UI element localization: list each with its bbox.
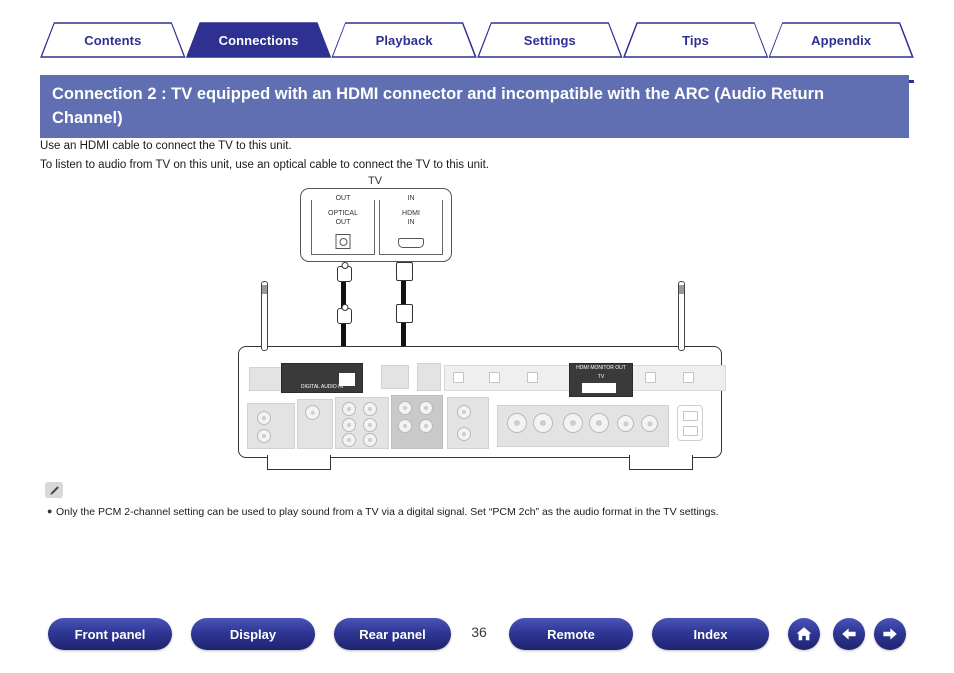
rca-jack: [342, 418, 356, 432]
connection-diagram: TV OUT OPTICAL OUT IN HDMI IN DIGITAL AU…: [228, 175, 728, 476]
rca-jack: [305, 405, 320, 420]
remote-button[interactable]: Remote: [509, 618, 633, 650]
tab-contents[interactable]: Contents: [40, 22, 186, 58]
receiver-rear-panel: DIGITAL AUDIO IN HDMI MONITOR OUT TV: [238, 281, 726, 470]
rca-jack: [457, 405, 471, 419]
hdmi-in-port-6: [645, 372, 656, 383]
tab-connections[interactable]: Connections: [186, 22, 332, 58]
tab-settings[interactable]: Settings: [477, 22, 623, 58]
rca-jack: [257, 429, 271, 443]
speaker-post: [641, 415, 658, 432]
tv-hdmi-in-text: HDMI IN: [380, 209, 442, 227]
speaker-post: [563, 413, 583, 433]
bottom-navigation-bar: Front panel Display Rear panel 36 Remote…: [40, 618, 916, 658]
rca-jack: [363, 418, 377, 432]
tv-optical-out-port: OUT OPTICAL OUT: [311, 195, 375, 255]
tab-label: Contents: [84, 32, 142, 48]
hdmi-in-port-1: [453, 372, 464, 383]
phono-terminal: [247, 403, 295, 449]
rca-jack: [419, 419, 433, 433]
hdmi-plug-bottom: [396, 304, 413, 323]
hdmi-plug-top: [396, 262, 413, 281]
note-text: ● Only the PCM 2-channel setting can be u…: [47, 503, 897, 520]
receiver-foot-right: [629, 455, 693, 470]
hdmi-monitor-out-tv: TV: [597, 374, 605, 380]
optical-plug-top: [337, 266, 352, 282]
note-body: Only the PCM 2-channel setting can be us…: [56, 506, 719, 518]
speaker-post: [589, 413, 609, 433]
hdmi-in-port-3: [527, 372, 538, 383]
hdmi-monitor-out-highlight: HDMI MONITOR OUT TV: [569, 363, 633, 397]
tv-hdmi-in-port: IN HDMI IN: [379, 195, 443, 255]
ac-inlet-pin: [683, 411, 698, 421]
tab-list: Contents Connections Playback Settings T…: [40, 22, 914, 58]
tab-label: Playback: [375, 32, 433, 48]
rca-jack: [363, 433, 377, 447]
remote-control-terminal: [447, 397, 489, 449]
tv-optical-out-line1: OPTICAL: [328, 210, 358, 217]
note-bullet: ●: [47, 506, 53, 516]
rca-jack: [342, 433, 356, 447]
tab-bar: Contents Connections Playback Settings T…: [40, 22, 914, 83]
speaker-post: [617, 415, 634, 432]
ac-inlet: [677, 405, 703, 441]
arrow-right-icon[interactable]: [874, 618, 906, 650]
intro-line-1: Use an HDMI cable to connect the TV to t…: [40, 140, 292, 152]
digital-optical-in-port: [339, 373, 355, 386]
tab-label: Settings: [523, 32, 576, 48]
speaker-post: [507, 413, 527, 433]
rca-jack: [419, 401, 433, 415]
tab-appendix[interactable]: Appendix: [768, 22, 914, 58]
hdmi-monitor-out-label: HDMI MONITOR OUT: [576, 365, 626, 371]
arrow-left-icon[interactable]: [833, 618, 865, 650]
rca-jack: [398, 401, 412, 415]
optical-jack-icon: [335, 234, 351, 249]
antenna-right: [678, 281, 685, 351]
hdmi-in-port-7: [683, 372, 694, 383]
rca-jack: [398, 419, 412, 433]
front-panel-button[interactable]: Front panel: [48, 618, 172, 650]
network-terminal: [381, 365, 409, 389]
receiver-foot-left: [267, 455, 331, 470]
display-button[interactable]: Display: [191, 618, 315, 650]
tv-optical-out-text: OPTICAL OUT: [312, 209, 374, 227]
tv-optical-out-line2: OUT: [335, 219, 351, 226]
rca-jack: [457, 427, 471, 441]
tv-label: TV: [300, 175, 450, 187]
pencil-icon: [45, 482, 63, 498]
tv-box: OUT OPTICAL OUT IN HDMI IN: [300, 188, 452, 262]
rca-jack: [257, 411, 271, 425]
speaker-post: [533, 413, 553, 433]
hdmi-jack-icon: [398, 238, 424, 248]
page-title: Connection 2 : TV equipped with an HDMI …: [40, 75, 909, 138]
usb-terminal: [417, 363, 441, 391]
tv-optical-out-caption: OUT: [312, 195, 374, 202]
tab-tips[interactable]: Tips: [623, 22, 769, 58]
digital-audio-in-highlight: DIGITAL AUDIO IN: [281, 363, 363, 393]
ac-inlet-pin: [683, 426, 698, 436]
hdmi-monitor-out-port: [582, 383, 616, 393]
tab-label: Appendix: [811, 32, 872, 48]
tab-label: Tips: [682, 32, 709, 48]
index-button[interactable]: Index: [652, 618, 769, 650]
hdmi-in-port-2: [489, 372, 500, 383]
tv-hdmi-in-line1: HDMI: [402, 210, 420, 217]
intro-text: Use an HDMI cable to connect the TV to t…: [40, 137, 900, 175]
antenna-left: [261, 281, 268, 351]
tv-hdmi-in-caption: IN: [380, 195, 442, 202]
intro-line-2: To listen to audio from TV on this unit,…: [40, 159, 489, 171]
rca-jack: [342, 402, 356, 416]
optical-plug-bottom: [337, 308, 352, 324]
page-number: 36: [471, 624, 487, 640]
tab-playback[interactable]: Playback: [331, 22, 477, 58]
rear-panel-button[interactable]: Rear panel: [334, 618, 451, 650]
home-icon[interactable]: [788, 618, 820, 650]
rca-jack: [363, 402, 377, 416]
tab-label: Connections: [218, 32, 299, 48]
tv-hdmi-in-line2: IN: [407, 219, 415, 226]
